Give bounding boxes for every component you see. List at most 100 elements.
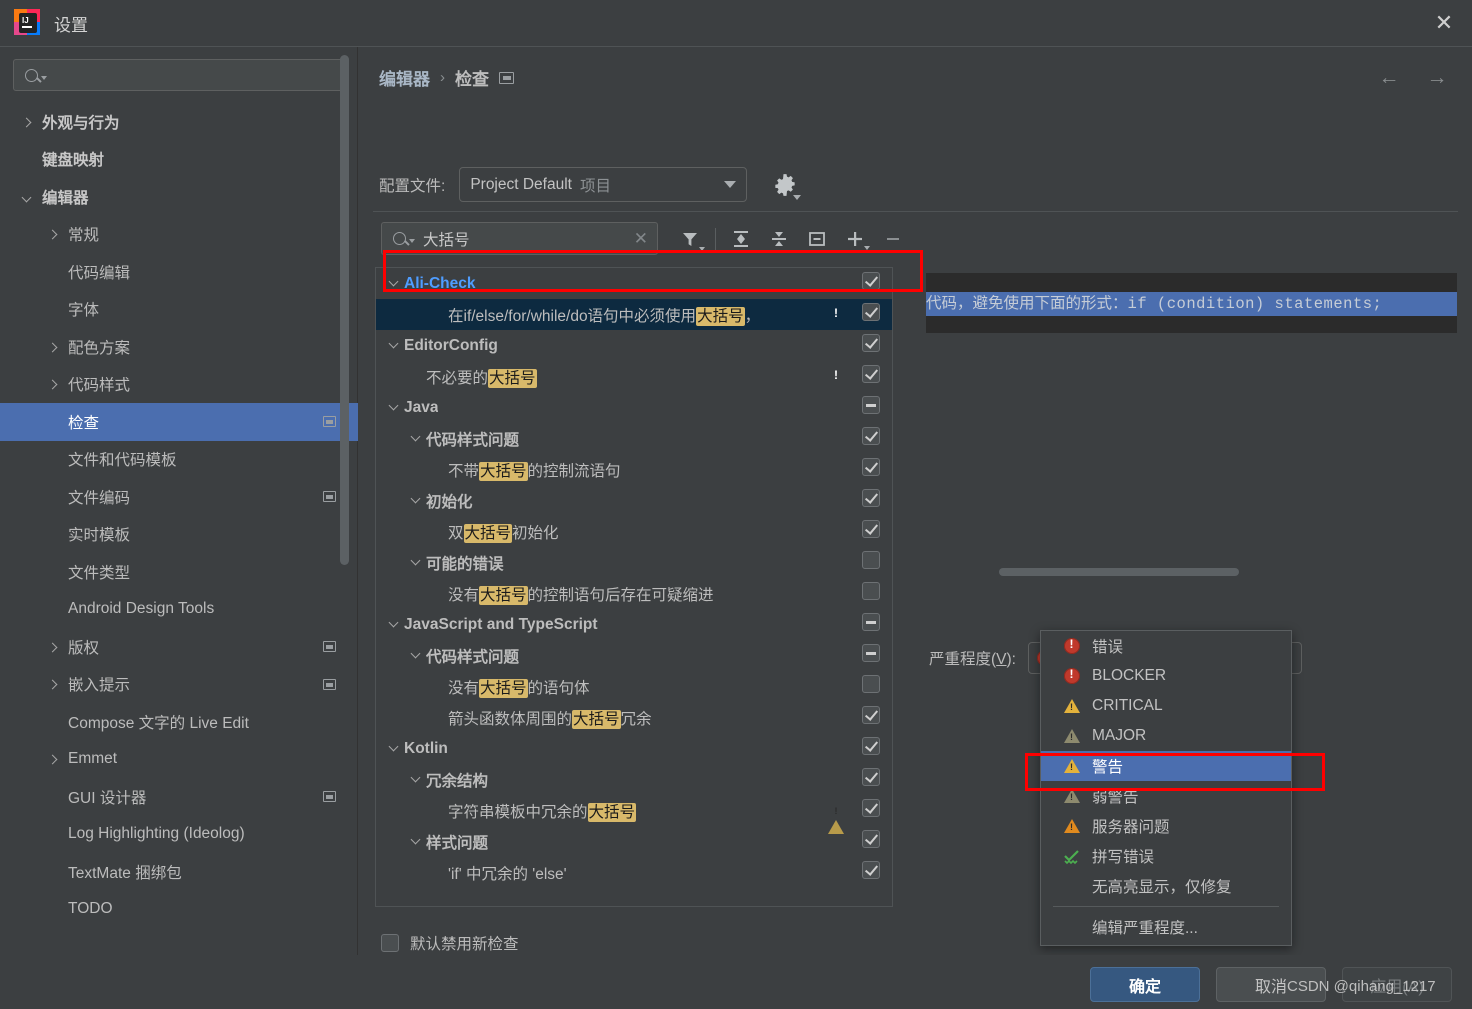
edit-severities-option[interactable]: 编辑严重程度...: [1041, 912, 1291, 942]
tree-row-checkbox[interactable]: [862, 613, 880, 636]
tree-row-checkbox[interactable]: [862, 768, 880, 791]
tree-row[interactable]: 样式问题: [376, 826, 892, 857]
sidebar-item-8[interactable]: 检查: [0, 403, 358, 441]
tree-row[interactable]: 冗余结构: [376, 764, 892, 795]
chevron-right-icon[interactable]: [44, 378, 60, 390]
sidebar-item-0[interactable]: 外观与行为: [0, 103, 358, 141]
sidebar-item-20[interactable]: TextMate 捆绑包: [0, 853, 358, 891]
chevron-down-icon[interactable]: [404, 834, 426, 845]
sidebar-item-17[interactable]: Emmet: [0, 741, 358, 779]
tree-row-checkbox[interactable]: [862, 737, 880, 760]
chevron-down-icon[interactable]: [404, 555, 426, 566]
tree-row-checkbox[interactable]: [862, 520, 880, 543]
tree-row-checkbox[interactable]: [862, 396, 880, 419]
chevron-down-icon[interactable]: [382, 338, 404, 349]
sidebar-item-12[interactable]: 文件类型: [0, 553, 358, 591]
ok-button[interactable]: 确定: [1090, 967, 1200, 1002]
chevron-down-icon[interactable]: [382, 741, 404, 752]
sidebar-item-18[interactable]: GUI 设计器: [0, 778, 358, 816]
tree-row[interactable]: 双大括号初始化: [376, 516, 892, 547]
tree-row-checkbox[interactable]: [862, 489, 880, 512]
chevron-down-icon[interactable]: [382, 617, 404, 628]
checkbox-unchecked[interactable]: [862, 551, 880, 569]
tree-row[interactable]: 字符串模板中冗余的大括号: [376, 795, 892, 834]
checkbox-checked[interactable]: [862, 706, 880, 724]
sidebar-item-9[interactable]: 文件和代码模板: [0, 441, 358, 479]
checkbox-unchecked[interactable]: [862, 675, 880, 693]
checkbox-checked[interactable]: [862, 768, 880, 786]
chevron-right-icon[interactable]: [44, 641, 60, 653]
sidebar-item-1[interactable]: 键盘映射: [0, 141, 358, 179]
severity-option-3[interactable]: MAJOR: [1041, 721, 1291, 751]
severity-option-4[interactable]: 警告: [1041, 751, 1291, 781]
tree-row[interactable]: 箭头函数体周围的大括号冗余: [376, 702, 892, 733]
gear-icon[interactable]: [772, 172, 802, 200]
checkbox-checked[interactable]: [862, 861, 880, 879]
checkbox-partial[interactable]: [862, 644, 880, 662]
sidebar-search-box[interactable]: [13, 59, 345, 91]
tree-row-checkbox[interactable]: [862, 272, 880, 295]
checkbox-checked[interactable]: [862, 365, 880, 383]
sidebar-item-19[interactable]: Log Highlighting (Ideolog): [0, 816, 358, 854]
severity-option-0[interactable]: 错误: [1041, 631, 1291, 661]
checkbox-checked[interactable]: [862, 799, 880, 817]
sidebar-item-6[interactable]: 配色方案: [0, 328, 358, 366]
checkbox-checked[interactable]: [862, 458, 880, 476]
forward-arrow-icon[interactable]: →: [1424, 65, 1450, 91]
filter-icon[interactable]: [671, 224, 709, 254]
checkbox-checked[interactable]: [862, 303, 880, 321]
tree-row-checkbox[interactable]: [862, 551, 880, 574]
sidebar-item-11[interactable]: 实时模板: [0, 516, 358, 554]
tree-row[interactable]: Kotlin: [376, 733, 892, 764]
tree-row-checkbox[interactable]: [862, 365, 880, 388]
tree-row-checkbox[interactable]: [862, 830, 880, 853]
chevron-down-icon[interactable]: [404, 772, 426, 783]
sidebar-item-16[interactable]: Compose 文字的 Live Edit: [0, 703, 358, 741]
tree-row[interactable]: 代码样式问题: [376, 640, 892, 671]
tree-row-checkbox[interactable]: [862, 675, 880, 698]
checkbox-partial[interactable]: [862, 613, 880, 631]
sidebar-item-15[interactable]: 嵌入提示: [0, 666, 358, 704]
tree-row-checkbox[interactable]: [862, 303, 880, 326]
tree-row[interactable]: 'if' 中冗余的 'else': [376, 857, 892, 888]
checkbox-checked[interactable]: [862, 272, 880, 290]
clear-icon[interactable]: ✕: [634, 229, 648, 249]
sidebar-scrollbar-thumb[interactable]: [340, 55, 349, 565]
tree-row[interactable]: EditorConfig: [376, 330, 892, 361]
tree-row-checkbox[interactable]: [862, 582, 880, 605]
tree-row-checkbox[interactable]: [862, 644, 880, 667]
chevron-down-icon[interactable]: [382, 400, 404, 411]
group-by-icon[interactable]: [798, 224, 836, 254]
tree-row[interactable]: 代码样式问题: [376, 423, 892, 454]
collapse-all-icon[interactable]: [760, 224, 798, 254]
severity-option-8[interactable]: 无高亮显示，仅修复: [1041, 871, 1291, 901]
tree-row-checkbox[interactable]: [862, 706, 880, 729]
sidebar-item-5[interactable]: 字体: [0, 291, 358, 329]
sidebar-item-3[interactable]: 常规: [0, 216, 358, 254]
expand-all-icon[interactable]: [722, 224, 760, 254]
chevron-right-icon[interactable]: [44, 341, 60, 353]
inspection-search-box[interactable]: ✕: [381, 222, 658, 255]
checkbox-checked[interactable]: [862, 489, 880, 507]
tree-row[interactable]: 初始化: [376, 485, 892, 516]
checkbox-checked[interactable]: [862, 737, 880, 755]
tree-row[interactable]: 在if/else/for/while/do语句中必须使用大括号，: [376, 299, 892, 330]
sidebar-item-10[interactable]: 文件编码: [0, 478, 358, 516]
severity-option-5[interactable]: 弱警告: [1041, 781, 1291, 811]
sidebar-item-14[interactable]: 版权: [0, 628, 358, 666]
profile-select[interactable]: Project Default 项目: [459, 167, 748, 202]
description-horizontal-scrollbar[interactable]: [999, 568, 1239, 576]
remove-icon[interactable]: [874, 224, 912, 254]
checkbox-checked[interactable]: [862, 520, 880, 538]
chevron-down-icon[interactable]: [382, 276, 404, 287]
chevron-down-icon[interactable]: [18, 191, 34, 203]
chevron-right-icon[interactable]: [44, 678, 60, 690]
tree-row[interactable]: Java: [376, 392, 892, 423]
severity-dropdown-menu[interactable]: 错误 BLOCKER CRITICAL MAJOR 警告弱警告服务器问题拼写错误无高亮显…: [1040, 630, 1292, 946]
chevron-right-icon[interactable]: [44, 753, 60, 765]
tree-row-checkbox[interactable]: [862, 334, 880, 357]
chevron-right-icon[interactable]: [18, 116, 34, 128]
chevron-down-icon[interactable]: [404, 493, 426, 504]
close-icon[interactable]: ✕: [1416, 0, 1472, 46]
tree-row[interactable]: Ali-Check: [376, 268, 892, 299]
